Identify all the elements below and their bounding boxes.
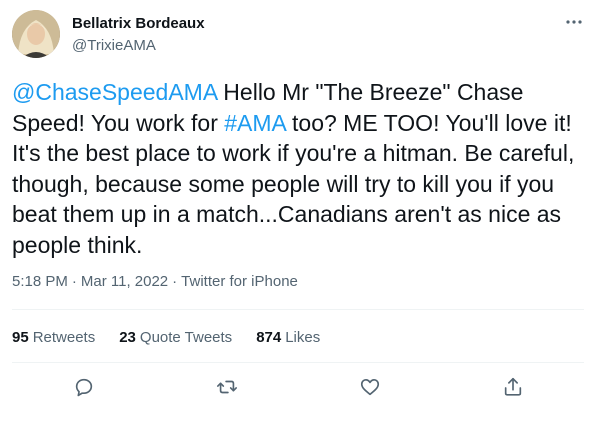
meta-separator: ·	[172, 273, 178, 290]
tweet-meta: 5:18 PM · Mar 11, 2022 · Twitter for iPh…	[12, 272, 298, 292]
tweet-source[interactable]: Twitter for iPhone	[181, 272, 298, 292]
like-button[interactable]	[355, 372, 385, 402]
reply-icon	[75, 378, 92, 397]
tweet-time[interactable]: 5:18 PM	[12, 272, 68, 292]
more-icon	[566, 20, 582, 24]
mention-link[interactable]: @ChaseSpeedAMA	[12, 79, 217, 105]
tweet-date[interactable]: Mar 11, 2022	[81, 272, 168, 292]
share-button[interactable]	[498, 372, 528, 402]
quote-tweets-count: 23	[119, 329, 136, 346]
heart-icon	[360, 379, 379, 396]
quote-tweets-stat[interactable]: 23 Quote Tweets	[119, 328, 232, 348]
tweet-text: @ChaseSpeedAMA Hello Mr "The Breeze" Cha…	[12, 77, 584, 260]
meta-separator: ·	[71, 273, 77, 290]
avatar-image	[12, 10, 60, 58]
tweet-actions	[12, 372, 584, 402]
author-display-name[interactable]: Bellatrix Bordeaux	[72, 14, 205, 34]
reply-button[interactable]	[69, 372, 99, 402]
retweets-label: Retweets	[32, 329, 96, 346]
share-icon	[504, 377, 521, 396]
likes-label: Likes	[285, 329, 321, 346]
hashtag-link[interactable]: #AMA	[224, 110, 285, 136]
retweet-icon	[216, 380, 237, 394]
retweet-button[interactable]	[212, 372, 242, 402]
divider	[12, 309, 584, 310]
more-options-button[interactable]	[562, 10, 586, 34]
likes-stat[interactable]: 874 Likes	[256, 328, 320, 348]
quote-tweets-label: Quote Tweets	[139, 329, 233, 346]
tweet-stats: 95 Retweets 23 Quote Tweets 874 Likes	[12, 328, 320, 348]
divider	[12, 362, 584, 363]
tweet: Bellatrix Bordeaux @TrixieAMA @ChaseSpee…	[0, 0, 596, 424]
retweets-count: 95	[12, 329, 29, 346]
retweets-stat[interactable]: 95 Retweets	[12, 328, 95, 348]
avatar[interactable]	[12, 10, 60, 58]
author-handle[interactable]: @TrixieAMA	[72, 36, 156, 56]
likes-count: 874	[256, 329, 282, 346]
